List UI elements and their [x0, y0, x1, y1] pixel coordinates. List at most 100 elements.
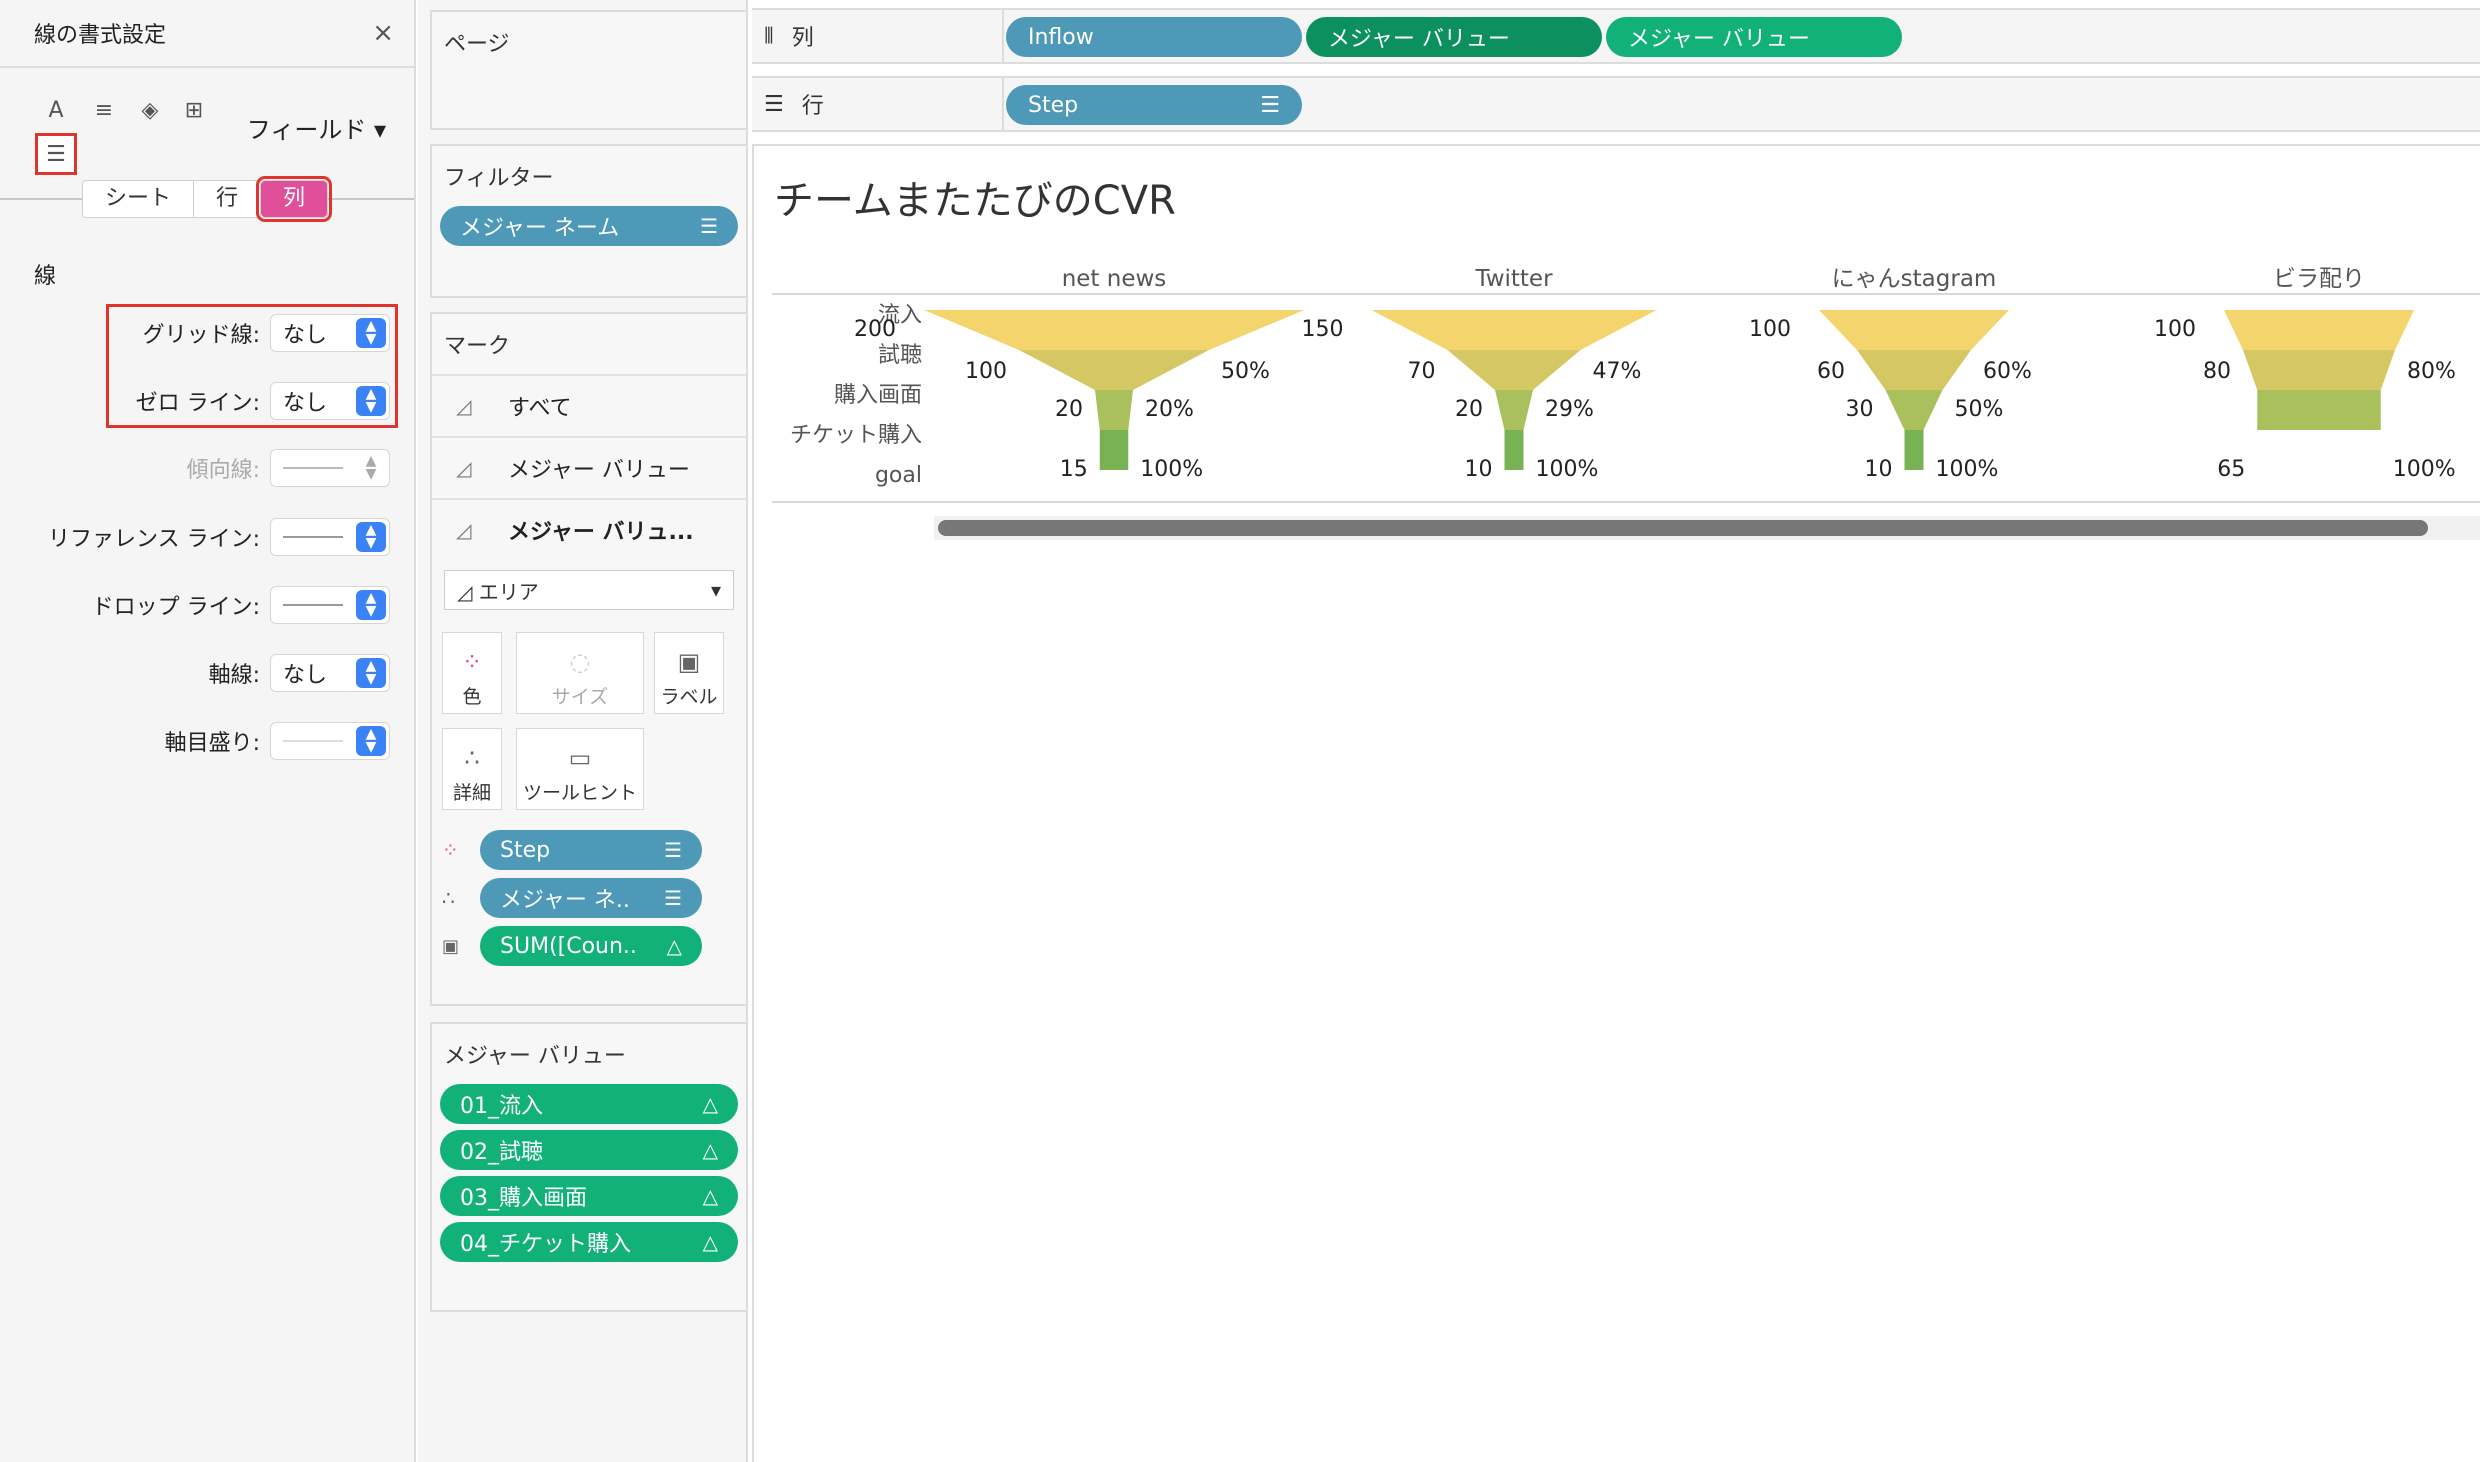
columns-shelf-label: ⦀ 列	[764, 10, 1004, 62]
pages-card[interactable]: ページ	[430, 10, 748, 130]
pct-label: 29%	[1545, 397, 1594, 422]
field-dropdown[interactable]: フィールド ▾	[247, 110, 386, 145]
color-button[interactable]: ⁘ 色	[442, 632, 502, 714]
measure-pill[interactable]: 01_流入 △	[440, 1084, 738, 1124]
funnel-band	[1504, 430, 1524, 470]
measure-pill[interactable]: 03_購入画面 △	[440, 1176, 738, 1216]
field-pill-sum[interactable]: SUM([Coun.. △	[480, 926, 702, 966]
field-pill-label: Step	[500, 837, 551, 863]
drop-line-select[interactable]: ▲ ▼	[270, 586, 390, 624]
measure-pill[interactable]: 02_試聴 △	[440, 1130, 738, 1170]
value-label: 10	[1865, 457, 1893, 482]
text-icon: ▣	[677, 648, 701, 676]
pct-label: 100%	[1936, 457, 1999, 482]
tab-sheet[interactable]: シート	[83, 181, 195, 217]
rows-label-text: 行	[801, 94, 824, 119]
tab-columns[interactable]: 列	[256, 176, 333, 222]
value-label: 80	[2203, 359, 2231, 384]
zero-line-value: なし	[283, 391, 328, 416]
stepper-icon: ▲ ▼	[356, 726, 386, 756]
grid-lines-select[interactable]: なし ▲ ▼	[270, 314, 390, 352]
zero-line-select[interactable]: なし ▲ ▼	[270, 382, 390, 420]
size-button: ◌ サイズ	[516, 632, 644, 714]
axis-rulers-label: 軸線:	[208, 663, 260, 688]
shading-icon[interactable]: ◈	[132, 92, 168, 128]
axis-ticks-select[interactable]: ▲ ▼	[270, 722, 390, 760]
axis-rulers-select[interactable]: なし ▲ ▼	[270, 654, 390, 692]
panel-header: にゃんstagram	[1832, 266, 1997, 292]
borders-icon[interactable]: ⊞	[176, 92, 212, 128]
mark-type-dropdown[interactable]: ◿ エリア ▾	[444, 570, 734, 610]
measure-pill-label: 03_購入画面	[460, 1186, 587, 1211]
font-icon[interactable]: A	[38, 92, 74, 128]
size-label: サイズ	[551, 686, 609, 708]
value-label: 100	[965, 359, 1007, 384]
alignment-icon[interactable]: ≡	[86, 92, 122, 128]
rows-shelf[interactable]: ☰ 行 Step ☰	[752, 76, 2480, 132]
column-pill-measure-values-2[interactable]: メジャー バリュー	[1606, 17, 1902, 57]
pct-label: 100%	[1536, 457, 1599, 482]
filters-title: フィルター	[444, 166, 554, 191]
detail-icon: ∴	[442, 886, 455, 910]
row-pill-step[interactable]: Step ☰	[1006, 85, 1302, 125]
value-label: 10	[1465, 457, 1493, 482]
column-pill-measure-values-1[interactable]: メジャー バリュー	[1306, 17, 1602, 57]
column-pill-inflow[interactable]: Inflow	[1006, 17, 1302, 57]
value-label: 60	[1817, 359, 1845, 384]
field-pill-step[interactable]: Step ☰	[480, 830, 702, 870]
delta-icon: △	[702, 1138, 718, 1162]
mark-field-row: ⁘ Step ☰	[442, 830, 742, 870]
filters-card[interactable]: フィルター メジャー ネーム ☰	[430, 144, 748, 298]
rows-icon: ☰	[764, 91, 784, 117]
stepper-icon: ▲ ▼	[356, 590, 386, 620]
tooltip-icon: ▭	[568, 744, 592, 772]
mark-type-value: エリア	[478, 579, 539, 604]
tooltip-label: ツールヒント	[522, 782, 637, 804]
lines-icon[interactable]: ☰	[35, 133, 77, 175]
sort-icon: ☰	[700, 214, 718, 238]
pct-label: 20%	[1145, 397, 1194, 422]
funnel-band	[924, 310, 1304, 350]
measure-pill-label: 04_チケット購入	[460, 1232, 631, 1257]
value-label: 70	[1408, 359, 1436, 384]
axis-rulers-value: なし	[283, 663, 328, 688]
detail-button[interactable]: ∴ 詳細	[442, 728, 502, 810]
size-icon: ◌	[569, 648, 591, 676]
pct-label: 100%	[2393, 457, 2456, 482]
close-icon[interactable]: ×	[372, 18, 394, 48]
marks-tab-measure-values-2[interactable]: ◿ メジャー バリュ...	[432, 498, 746, 560]
area-icon: ◿	[457, 579, 479, 604]
delta-icon: △	[702, 1092, 718, 1116]
pct-label: 100%	[1140, 457, 1203, 482]
reference-line-select[interactable]: ▲ ▼	[270, 518, 390, 556]
filter-pill-measure-names[interactable]: メジャー ネーム ☰	[440, 206, 738, 246]
pill-label: Step	[1028, 92, 1079, 118]
mark-field-row: ▣ SUM([Coun.. △	[442, 926, 742, 966]
delta-icon: △	[702, 1230, 718, 1254]
field-pill-measure-names[interactable]: メジャー ネ.. ☰	[480, 878, 702, 918]
value-label: 20	[1055, 397, 1083, 422]
color-icon: ⁘	[442, 838, 459, 862]
pill-label: Inflow	[1028, 24, 1094, 50]
value-label: 100	[2154, 317, 2196, 342]
columns-shelf[interactable]: ⦀ 列 Inflow メジャー バリュー メジャー バリュー	[752, 8, 2480, 64]
columns-label-text: 列	[791, 26, 814, 51]
measure-pill[interactable]: 04_チケット購入 △	[440, 1222, 738, 1262]
funnel-chart[interactable]: 流入試聴購入画面チケット購入goalnet news200100201550%2…	[754, 146, 2480, 566]
field-pill-label: メジャー ネ..	[500, 888, 630, 913]
pages-title: ページ	[444, 32, 510, 57]
stepper-icon: ▲ ▼	[356, 386, 386, 416]
marks-tab-measure-values-1[interactable]: ◿ メジャー バリュー	[432, 436, 746, 498]
drop-line-label: ドロップ ライン:	[91, 595, 260, 620]
label-button[interactable]: ▣ ラベル	[654, 632, 724, 714]
marks-tab-all[interactable]: ◿ すべて	[432, 374, 746, 436]
stepper-icon: ▲ ▼	[356, 522, 386, 552]
tab-rows[interactable]: 行	[194, 181, 262, 217]
horizontal-scrollbar[interactable]	[938, 520, 2428, 536]
marks-tab-label: メジャー バリュー	[508, 458, 690, 483]
trend-line-label: 傾向線:	[186, 458, 260, 483]
funnel-band	[2257, 390, 2381, 430]
tooltip-button[interactable]: ▭ ツールヒント	[516, 728, 644, 810]
measure-pill-label: 01_流入	[460, 1094, 543, 1119]
value-label: 20	[1455, 397, 1483, 422]
